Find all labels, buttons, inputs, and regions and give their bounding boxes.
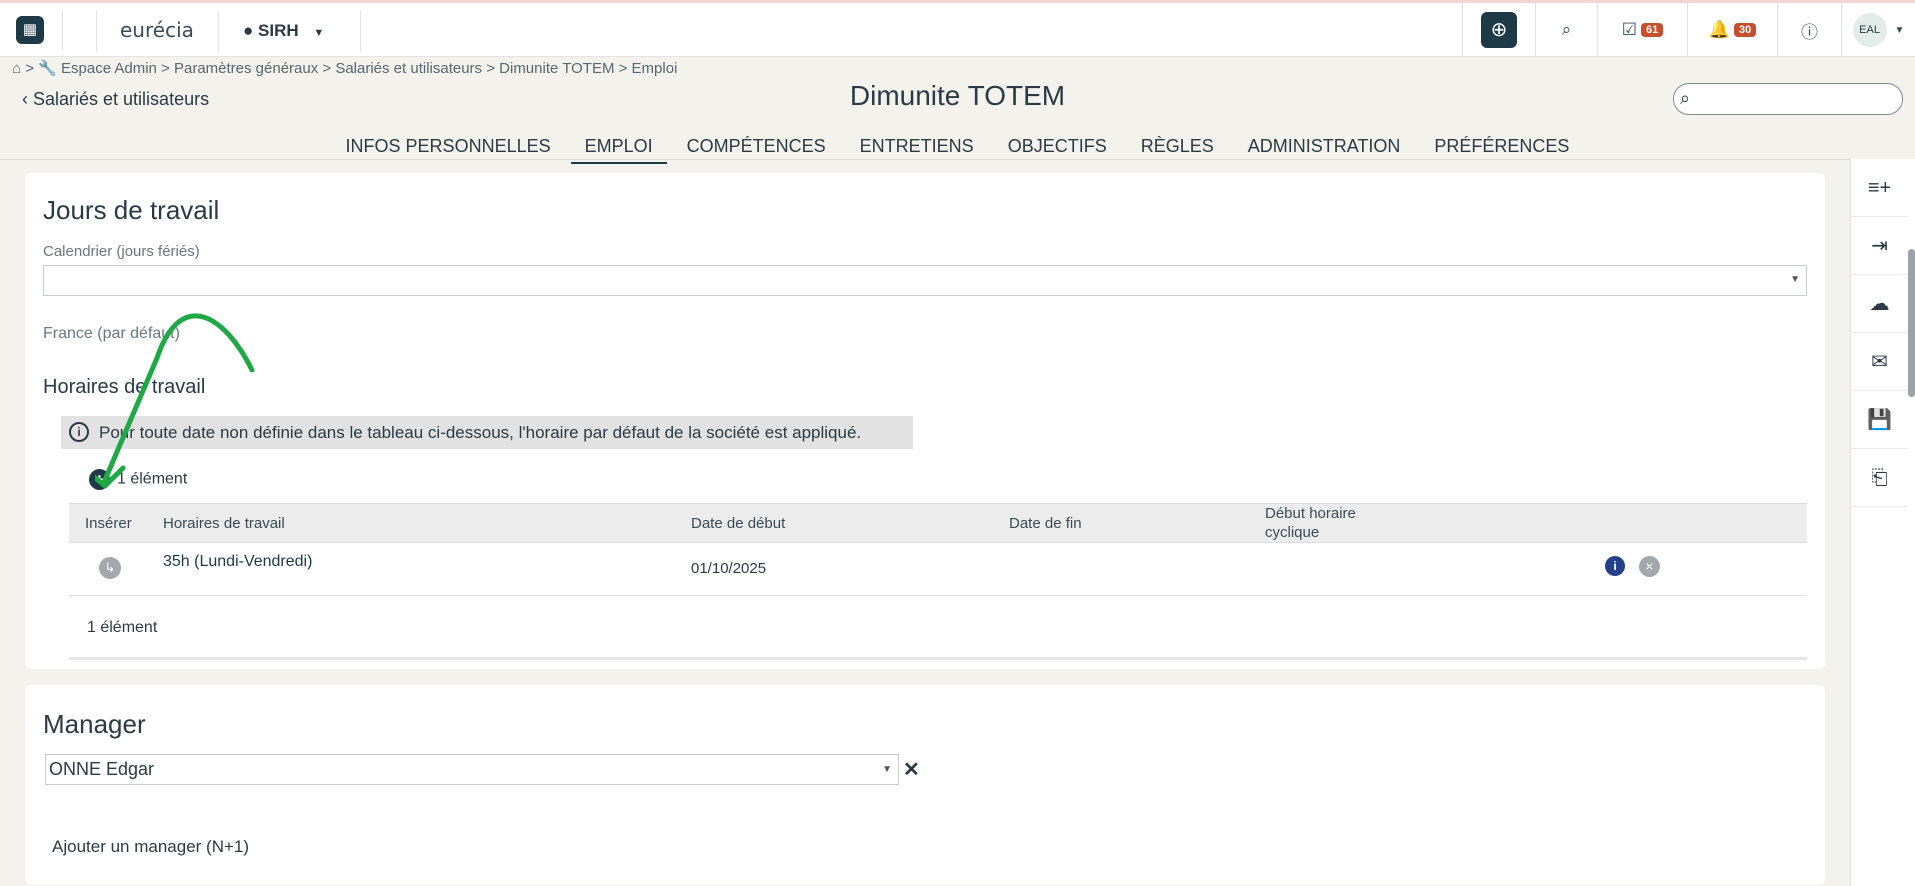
apps-grid-icon[interactable]: ▦ (16, 16, 44, 44)
column-header[interactable]: Date de début (691, 515, 785, 532)
column-header: cyclique (1265, 524, 1320, 541)
calendar-default-hint: France (par défaut) (43, 325, 180, 342)
notifications-badge: 30 (1733, 23, 1757, 37)
caret-down-icon: ▼ (882, 764, 892, 775)
section-title: Jours de travail (43, 195, 220, 225)
column-header[interactable]: Début horaire (1265, 505, 1356, 522)
divider (0, 159, 1850, 160)
column-header: Insérer (85, 515, 132, 532)
add-circle-icon[interactable]: + (89, 469, 110, 490)
delete-icon[interactable]: × (1639, 556, 1660, 577)
import-icon[interactable]: ⇥ (1851, 217, 1908, 275)
right-action-rail: ≡+ ⇥ ☁ ✉ 💾 ⎗ (1850, 159, 1915, 886)
schedules-title: Horaires de travail (43, 376, 206, 398)
divider (96, 11, 97, 51)
schedule-link[interactable]: 35h (Lundi-Vendredi) (163, 553, 312, 571)
bell-icon: 🔔 (1708, 20, 1730, 39)
search-button[interactable]: ⌕ (1535, 3, 1597, 57)
divider (218, 11, 219, 51)
scrollbar-thumb[interactable] (1908, 249, 1915, 397)
module-selector[interactable]: ● SIRH ▼ (243, 21, 324, 41)
cloud-download-icon[interactable]: ☁ (1851, 275, 1908, 333)
user-menu[interactable]: EAL ▼ (1841, 3, 1915, 57)
quick-add-button[interactable]: ⊕ (1462, 3, 1535, 57)
add-manager-link[interactable]: Ajouter un manager (N+1) (52, 837, 249, 857)
notifications-button[interactable]: 🔔 30 (1687, 3, 1777, 57)
help-icon: ⓘ (1801, 22, 1818, 42)
tasks-button[interactable]: ☑ 61 (1597, 3, 1687, 57)
help-button[interactable]: ⓘ (1777, 3, 1841, 57)
table-row: ↳ 35h (Lundi-Vendredi) 01/10/2025 i × (69, 543, 1807, 596)
search-icon: ⌕ (1561, 20, 1572, 39)
add-list-icon[interactable]: ≡+ (1851, 159, 1908, 217)
manager-card: Manager ONNE Edgar ▼ ✕ Ajouter un manage… (25, 685, 1825, 885)
manager-select[interactable]: ONNE Edgar ▼ (45, 754, 899, 785)
row-count: 1 élément (87, 619, 158, 636)
calendar-select[interactable]: ▼ (43, 265, 1807, 296)
breadcrumb[interactable]: ⌂ > 🔧 Espace Admin > Paramètres généraux… (12, 59, 677, 77)
add-schedule-row[interactable]: +1 élément (89, 469, 187, 490)
divider (69, 657, 1807, 660)
chevron-down-icon: ▼ (313, 27, 325, 39)
schedules-table: Insérer Horaires de travail Date de débu… (69, 503, 1807, 596)
details-icon[interactable]: i (1605, 556, 1625, 576)
column-header[interactable]: Horaires de travail (163, 515, 285, 532)
mail-icon[interactable]: ✉ (1851, 333, 1908, 391)
module-icon: ● (243, 21, 254, 40)
save-and-return-icon[interactable]: ⎗ (1851, 449, 1908, 507)
clear-manager-icon[interactable]: ✕ (903, 757, 920, 782)
divider (360, 11, 361, 51)
search-icon: ⌕ (1680, 88, 1691, 108)
work-days-card: Jours de travail Calendrier (jours férié… (25, 173, 1825, 669)
checklist-icon: ☑ (1621, 20, 1637, 39)
table-header: Insérer Horaires de travail Date de débu… (69, 503, 1807, 543)
info-banner: i Pour toute date non définie dans le ta… (61, 416, 913, 449)
caret-down-icon: ▼ (1790, 274, 1800, 285)
info-icon: i (69, 422, 89, 442)
tasks-badge: 61 (1641, 23, 1664, 37)
save-icon[interactable]: 💾 (1851, 391, 1908, 449)
app-logo[interactable]: eurécia (120, 18, 194, 42)
module-label: SIRH (258, 21, 299, 40)
chevron-down-icon: ▼ (1894, 24, 1905, 36)
insert-row-icon[interactable]: ↳ (99, 557, 121, 579)
start-date: 01/10/2025 (691, 560, 767, 577)
calendar-label: Calendrier (jours fériés) (43, 243, 200, 260)
avatar: EAL (1852, 13, 1887, 47)
section-title: Manager (43, 709, 146, 739)
employee-search[interactable]: ⌕ (1673, 83, 1903, 115)
plus-icon: ⊕ (1481, 12, 1517, 48)
search-input[interactable] (1704, 88, 1894, 110)
top-bar: ▦ eurécia ● SIRH ▼ ⊕ ⌕ ☑ 61 🔔 30 ⓘ EAL ▼ (0, 0, 1915, 57)
page-title: Dimunite TOTEM (849, 80, 1066, 111)
column-header[interactable]: Date de fin (1009, 515, 1082, 532)
divider (62, 11, 63, 51)
